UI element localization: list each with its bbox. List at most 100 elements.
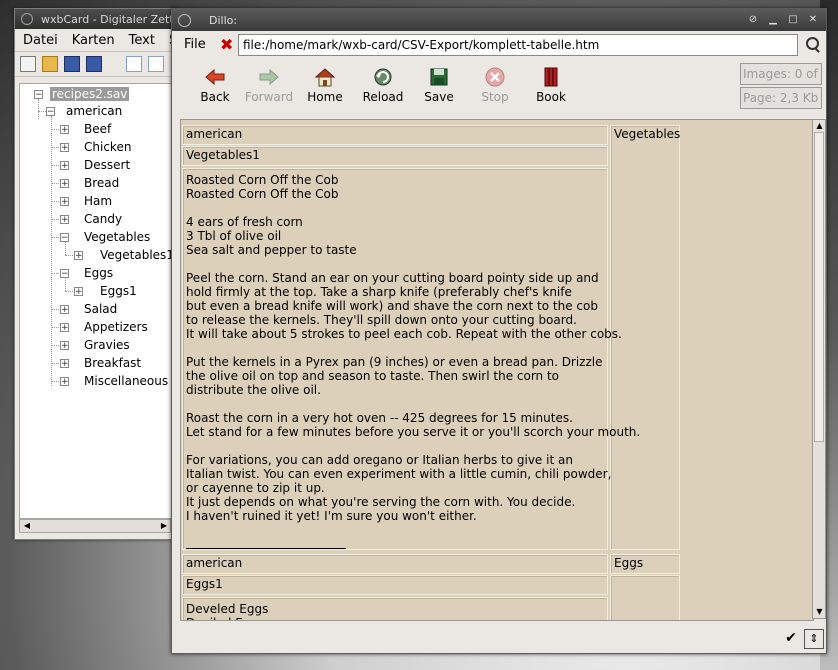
url-input[interactable]: file:/home/mark/wxb-card/CSV-Export/komp… [238,34,798,56]
record-group-cell: american [182,554,608,574]
wxbcard-titlebar[interactable]: wxbCard - Digitaler Zett [15,9,175,29]
tree-item[interactable]: Vegetables1 [100,246,172,264]
home-button[interactable]: Home [298,63,352,111]
expand-icon[interactable]: + [60,377,69,387]
tree-item[interactable]: Eggs [84,264,113,282]
expand-icon[interactable]: + [60,323,69,333]
new-file-icon[interactable] [20,56,36,72]
expand-icon[interactable]: + [74,287,83,297]
scrollbar-thumb[interactable] [814,132,824,442]
fullscreen-toggle-icon[interactable]: ⇕ [804,629,824,649]
collapse-icon[interactable]: − [46,107,55,117]
expand-icon[interactable]: + [60,215,69,225]
maximize-icon[interactable]: □ [786,13,800,27]
expand-icon[interactable]: + [60,197,69,207]
content-vertical-scrollbar[interactable]: ▲ ▼ [812,119,826,619]
scroll-down-icon[interactable]: ▼ [814,607,825,617]
home-label: Home [307,90,343,104]
tree-item[interactable]: Gravies [84,336,130,354]
separator-rule [186,548,346,549]
stop-icon [484,66,506,88]
reload-icon [372,66,394,88]
tree-group-american[interactable]: american [66,102,122,120]
open-folder-icon[interactable] [42,56,58,72]
menu-datei[interactable]: Datei [15,33,64,48]
menu-karten[interactable]: Karten [64,33,121,48]
navigation-toolbar: Back Forward Home Reload Save Stop Book … [180,59,826,113]
tree-item[interactable]: Chicken [84,138,131,156]
save-button[interactable]: Save [412,63,466,111]
record-body-cell: Develed Eggs Deviled Eggs [182,597,608,620]
forward-arrow-icon [258,66,280,88]
record-body-text: Develed Eggs Deviled Eggs [186,602,269,620]
stop-button[interactable]: Stop [468,63,522,111]
menu-text[interactable]: Text [121,33,161,48]
record-name-cell: Eggs1 [182,575,608,595]
tree-horizontal-scrollbar[interactable]: ◀ ▶ [19,519,171,533]
expand-icon[interactable]: + [60,143,69,153]
stop-label: Stop [481,90,509,104]
tree-item[interactable]: Miscellaneous [84,372,168,390]
expand-icon[interactable]: + [60,341,69,351]
tree-item[interactable]: Beef [84,120,111,138]
expand-icon[interactable]: + [60,359,69,369]
tree-item[interactable]: Candy [84,210,122,228]
checkmark-icon[interactable]: ✔ [782,629,800,647]
scroll-right-icon[interactable]: ▶ [158,521,170,531]
images-count: Images: 0 of 0 [740,63,822,101]
collapse-icon[interactable]: − [60,269,69,279]
record-group-cell: american [182,125,608,145]
wxbcard-toolbar [15,52,175,77]
tree-item[interactable]: Appetizers [84,318,148,336]
save-as-icon[interactable] [86,56,102,72]
tree-root-label: recipes2.sav [50,87,130,101]
window-icon[interactable] [126,56,142,72]
shade-icon[interactable]: ⊘ [746,13,760,27]
collapse-icon[interactable]: − [60,233,69,243]
tree-item[interactable]: Eggs1 [100,282,137,300]
window-menu-icon[interactable] [21,13,33,25]
wxbcard-menubar: Datei Karten Text Sc [15,29,184,52]
record-body-cell: Roasted Corn Off the Cob Roasted Corn Of… [182,168,640,550]
tree-item[interactable]: Dessert [84,156,130,174]
scroll-up-icon[interactable]: ▲ [814,121,825,131]
expand-icon[interactable]: + [60,305,69,315]
collapse-icon[interactable]: − [34,90,43,100]
window-menu-icon[interactable] [178,13,191,27]
reload-label: Reload [362,90,404,104]
reload-button[interactable]: Reload [356,63,410,111]
file-menu-button[interactable]: File [180,34,210,56]
save-disk-icon[interactable] [64,56,80,72]
page-size: Page: 2,3 Kb [740,87,822,109]
book-icon [540,66,562,88]
clear-url-icon[interactable]: ✖ [220,35,233,55]
tree-item[interactable]: Vegetables [84,228,150,246]
forward-label: Forward [244,90,294,104]
recipe-tree[interactable]: − recipes2.sav − american + Beef + Chick… [19,83,173,519]
page-content[interactable]: american Vegetables Vegetables1 Roasted … [180,119,814,621]
status-bar: ✔ ⇕ [172,625,826,653]
expand-icon[interactable]: + [60,125,69,135]
scroll-left-icon[interactable]: ◀ [21,521,33,531]
dillo-window[interactable]: Dillo: ⊘ ▁ □ ✕ File ✖ file:/home/mark/wx… [171,8,827,654]
tree-item[interactable]: Bread [84,174,119,192]
tree-item[interactable]: Ham [84,192,112,210]
search-icon[interactable] [804,35,822,53]
close-icon[interactable]: ✕ [806,13,820,27]
expand-icon[interactable]: + [60,161,69,171]
tree-root[interactable]: recipes2.sav [50,85,130,103]
bookmarks-button[interactable]: Book [524,63,578,111]
book-label: Book [536,90,566,104]
forward-button[interactable]: Forward [242,63,296,111]
record-name-cell: Vegetables1 [182,146,608,166]
back-button[interactable]: Back [188,63,242,111]
wxbcard-window[interactable]: wxbCard - Digitaler Zett Datei Karten Te… [14,8,184,540]
tree-item[interactable]: Salad [84,300,117,318]
dillo-titlebar[interactable]: Dillo: ⊘ ▁ □ ✕ [172,9,826,31]
print-icon[interactable] [148,56,164,72]
expand-icon[interactable]: + [60,179,69,189]
expand-icon[interactable]: + [74,251,83,261]
tree-item[interactable]: Breakfast [84,354,141,372]
back-label: Back [200,90,230,104]
minimize-icon[interactable]: ▁ [766,13,780,27]
